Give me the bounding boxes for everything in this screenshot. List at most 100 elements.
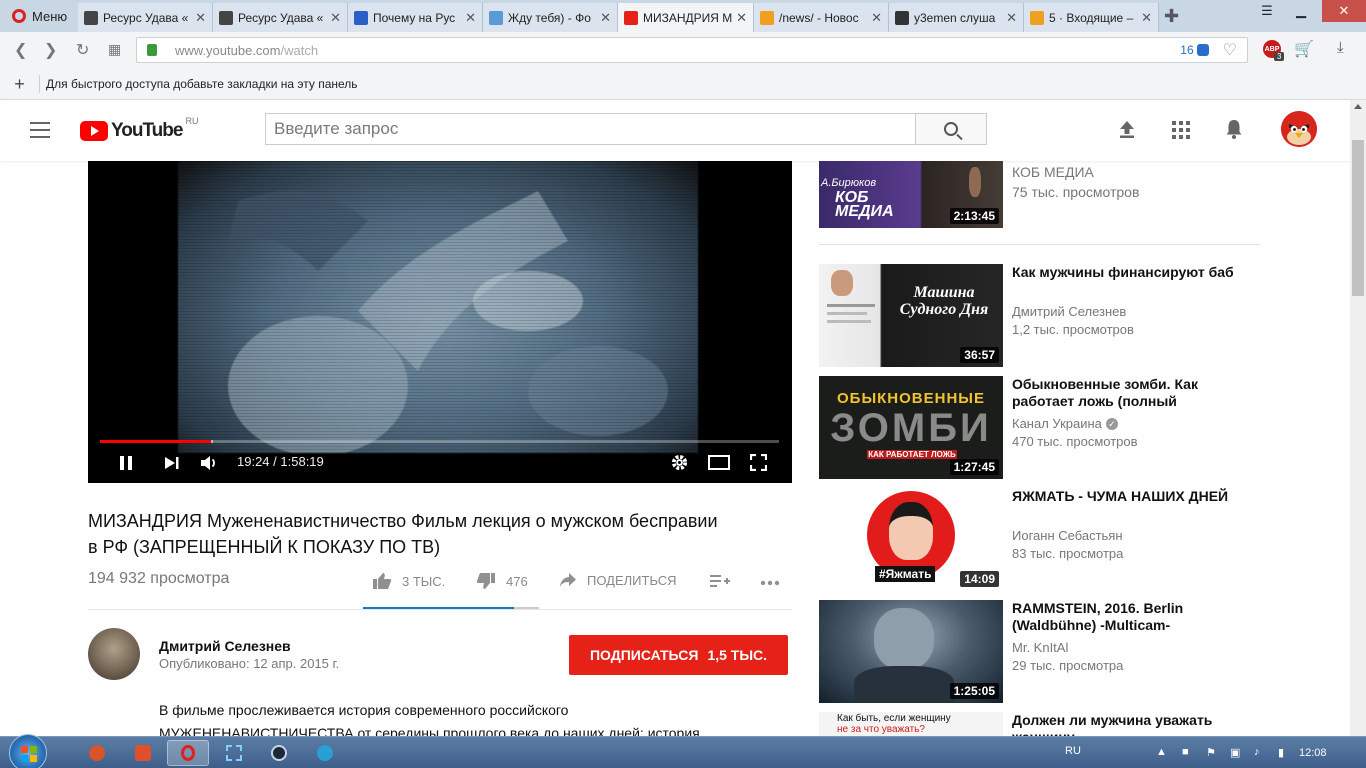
related-video[interactable]: Машина Судного Дня 36:57 Как мужчины фин… (819, 264, 1259, 367)
thumb-text: ЗОМБИ (830, 406, 992, 450)
thumb-text: Как быть, если женщину (837, 713, 951, 724)
taskbar-app[interactable] (122, 740, 164, 766)
add-to-playlist-icon[interactable] (710, 574, 730, 588)
youtube-play-logo-icon (80, 121, 108, 141)
video-player[interactable]: 19:24 / 1:58:19 (88, 161, 792, 483)
tab-favicon-icon (84, 10, 98, 25)
opera-menu-button[interactable]: Меню (0, 0, 78, 32)
window-minimize-icon[interactable]: ▁ (1284, 0, 1318, 22)
divider (88, 609, 792, 610)
related-video[interactable]: А.Бирюков КОБ МЕДИА 2:13:45 КОБ МЕДИА 75… (819, 161, 1259, 228)
browser-tab-strip: Меню Ресурс Удава « ✕ Ресурс Удава « ✕ П… (0, 0, 1366, 32)
taskbar-app[interactable] (213, 740, 255, 766)
theater-mode-icon[interactable] (708, 455, 730, 470)
taskbar-app[interactable] (304, 740, 346, 766)
browser-tab[interactable]: Почему на Рус ✕ (348, 3, 483, 32)
related-thumbnail[interactable]: А.Бирюков КОБ МЕДИА 2:13:45 (819, 161, 1003, 228)
start-button[interactable] (9, 734, 47, 768)
speaker-icon[interactable]: ♪ (1254, 746, 1266, 758)
network-icon[interactable]: ▣ (1230, 746, 1242, 759)
related-video[interactable]: #Яжмать 14:09 ЯЖМАТЬ - ЧУМА НАШИХ ДНЕЙ И… (819, 488, 1259, 591)
reload-icon[interactable]: ↻ (76, 40, 89, 60)
browser-tab[interactable]: y3emen слуша ✕ (889, 3, 1024, 32)
flag-icon[interactable]: ⚑ (1206, 746, 1218, 759)
taskbar-steam[interactable] (258, 740, 300, 766)
progress-bar[interactable] (100, 440, 779, 443)
download-icon[interactable]: ⤓ (1337, 39, 1344, 56)
tab-close-icon[interactable]: ✕ (1141, 10, 1152, 26)
settings-gear-icon[interactable] (670, 453, 689, 472)
thumb-text: А.Бирюков (821, 177, 877, 189)
video-duration: 14:09 (960, 571, 999, 587)
browser-tab[interactable]: Ресурс Удава « ✕ (78, 3, 213, 32)
volume-icon[interactable] (200, 455, 218, 471)
progress-played (100, 440, 212, 443)
browser-tab[interactable]: Ресурс Удава « ✕ (213, 3, 348, 32)
taskbar-opera[interactable] (167, 740, 209, 766)
taskbar-app[interactable] (76, 740, 118, 766)
browser-tab[interactable]: /news/ - Новос ✕ (754, 3, 889, 32)
related-thumbnail[interactable]: Машина Судного Дня 36:57 (819, 264, 1003, 367)
channel-name[interactable]: Дмитрий Селезнев (159, 638, 291, 654)
related-video[interactable]: ОБЫКНОВЕННЫЕ ЗОМБИ КАК РАБОТАЕТ ЛОЖЬ 1:2… (819, 376, 1259, 479)
related-video[interactable]: 1:25:05 RAMMSTEIN, 2016. Berlin (Waldbüh… (819, 600, 1259, 703)
related-views: 75 тыс. просмотров (1012, 184, 1140, 200)
search-input[interactable] (274, 119, 864, 139)
related-thumbnail[interactable]: 1:25:05 (819, 600, 1003, 703)
tray-icon[interactable]: ▮ (1278, 746, 1290, 759)
tab-close-icon[interactable]: ✕ (1006, 10, 1017, 26)
keyboard-language[interactable]: RU (1065, 745, 1081, 757)
notifications-bell-icon[interactable] (1225, 119, 1243, 139)
related-video[interactable]: Как быть, если женщину не за что уважать… (819, 712, 1259, 736)
forward-icon[interactable]: ❯ (44, 40, 57, 60)
tray-icon[interactable]: ■ (1182, 746, 1194, 758)
browser-tab-active[interactable]: МИЗАНДРИЯ М ✕ (618, 3, 754, 32)
tab-close-icon[interactable]: ✕ (871, 10, 882, 26)
opera-logo-icon (12, 9, 26, 23)
tracker-count-badge[interactable]: 16 (1180, 43, 1209, 57)
tab-close-icon[interactable]: ✕ (600, 10, 611, 26)
window-close-icon[interactable]: ✕ (1322, 0, 1366, 22)
fullscreen-icon[interactable] (750, 454, 767, 471)
next-video-icon[interactable] (164, 456, 180, 470)
window-stack-icon[interactable]: ☰ (1250, 0, 1284, 22)
subscribe-button[interactable]: ПОДПИСАТЬСЯ 1,5 ТЫС. (569, 635, 788, 675)
shopping-cart-icon[interactable]: 🛒 (1294, 39, 1314, 59)
apps-grid-icon[interactable] (1172, 121, 1190, 139)
related-thumbnail[interactable]: #Яжмать 14:09 (819, 488, 1003, 591)
related-title: Должен ли мужчина уважать женщину (1012, 712, 1213, 736)
related-thumbnail[interactable]: Как быть, если женщину не за что уважать… (819, 712, 1003, 736)
back-icon[interactable]: ❮ (14, 40, 27, 60)
tray-icon[interactable]: ▲ (1156, 746, 1168, 758)
browser-tab[interactable]: Жду тебя) - Фо ✕ (483, 3, 618, 32)
scroll-up-arrow-icon[interactable] (1354, 104, 1362, 109)
youtube-logo[interactable]: YouTube RU (80, 116, 198, 142)
related-thumbnail[interactable]: ОБЫКНОВЕННЫЕ ЗОМБИ КАК РАБОТАЕТ ЛОЖЬ 1:2… (819, 376, 1003, 479)
tab-close-icon[interactable]: ✕ (736, 10, 747, 26)
clock[interactable]: 12:08 (1299, 747, 1327, 759)
related-title: RAMMSTEIN, 2016. Berlin (Waldbühne) -Mul… (1012, 600, 1184, 633)
thumb-text: КОБ МЕДИА (835, 189, 894, 220)
page-scrollbar[interactable] (1350, 100, 1366, 736)
url-field[interactable]: www.youtube.com/watch 16 ♡ (136, 37, 1248, 63)
guide-menu-icon[interactable] (30, 122, 50, 138)
channel-avatar[interactable] (88, 628, 140, 680)
tab-favicon-icon (760, 10, 774, 25)
pause-icon[interactable] (118, 455, 134, 471)
tab-close-icon[interactable]: ✕ (195, 10, 206, 26)
share-button[interactable]: ПОДЕЛИТЬСЯ (559, 572, 676, 588)
add-bookmark-icon[interactable]: + (0, 74, 40, 93)
like-button[interactable]: 3 ТЫС. (372, 572, 445, 590)
search-button[interactable] (915, 113, 987, 145)
bookmark-heart-icon[interactable]: ♡ (1223, 40, 1237, 60)
scroll-thumb[interactable] (1352, 140, 1364, 296)
dislike-button[interactable]: 476 (476, 572, 528, 590)
account-avatar[interactable] (1281, 111, 1317, 147)
tab-close-icon[interactable]: ✕ (465, 10, 476, 26)
tab-close-icon[interactable]: ✕ (330, 10, 341, 26)
upload-icon[interactable] (1118, 120, 1136, 138)
more-actions-icon[interactable] (760, 580, 780, 586)
new-tab-icon[interactable]: ✚ (1164, 6, 1179, 27)
browser-tab[interactable]: 5 · Входящие – ✕ (1024, 3, 1159, 32)
speed-dial-grid-icon[interactable]: ▦ (108, 41, 121, 58)
